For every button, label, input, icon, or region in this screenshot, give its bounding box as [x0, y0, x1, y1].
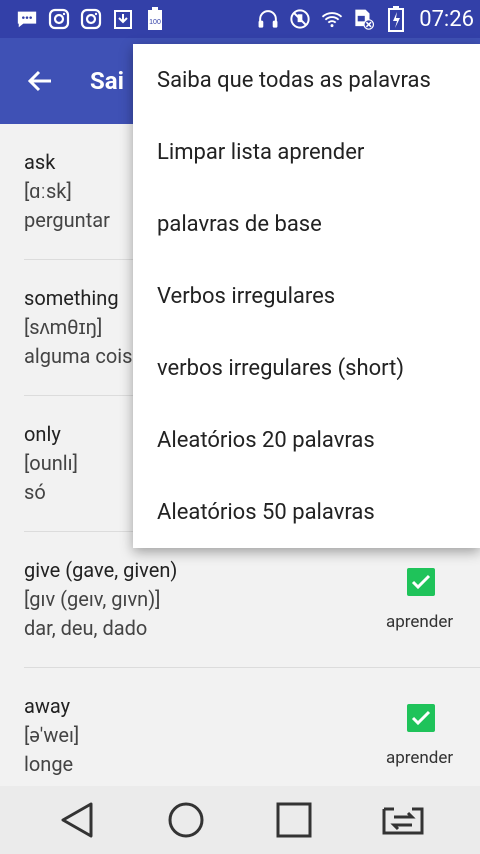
learn-checkbox-label: aprender [386, 748, 454, 768]
word-translation: perguntar [24, 208, 110, 232]
wifi-icon [321, 8, 343, 30]
word-text: something [24, 286, 119, 310]
mute-icon [289, 8, 311, 30]
learn-checkbox-label: aprender [386, 612, 454, 632]
instagram-icon [48, 8, 70, 30]
checkmark-icon [411, 574, 431, 590]
list-item[interactable]: away [ə'weı] longe aprender [0, 668, 480, 786]
nav-recents-button[interactable] [259, 786, 329, 854]
download-icon [112, 8, 134, 30]
square-recents-icon [276, 802, 312, 838]
arrow-back-icon [27, 70, 51, 92]
menu-item-random-50[interactable]: Aleatórios 50 palavras [133, 476, 480, 548]
message-icon [16, 8, 38, 30]
nav-back-button[interactable] [42, 786, 112, 854]
menu-item-base-words[interactable]: palavras de base [133, 188, 480, 260]
word-text: only [24, 422, 61, 446]
checkmark-icon [411, 710, 431, 726]
word-ipa: [ə'weı] [24, 723, 80, 747]
nav-switch-button[interactable] [368, 786, 438, 854]
overflow-menu: Saiba que todas as palavras Limpar lista… [133, 44, 480, 548]
word-text: give (gave, given) [24, 558, 178, 582]
battery-charging-icon [385, 6, 407, 32]
list-item[interactable]: give (gave, given) [gıv (geıv, gıvn)] da… [0, 532, 480, 668]
no-sim-icon [353, 8, 375, 30]
word-translation: dar, deu, dado [24, 616, 148, 640]
menu-item-random-20[interactable]: Aleatórios 20 palavras [133, 404, 480, 476]
word-ipa: [gıv (geıv, gıvn)] [24, 587, 161, 611]
instagram-icon [80, 8, 102, 30]
battery-100-icon: 100 [144, 7, 166, 30]
learn-checkbox[interactable] [407, 704, 435, 732]
status-bar: 100 07:26 [0, 0, 480, 38]
word-translation: longe [24, 752, 74, 776]
word-ipa: [ounlı] [24, 451, 78, 475]
menu-item-know-all-words[interactable]: Saiba que todas as palavras [133, 44, 480, 116]
menu-item-irregular-verbs[interactable]: Verbos irregulares [133, 260, 480, 332]
page-title: Sai [90, 67, 124, 95]
word-translation: só [24, 480, 46, 504]
word-ipa: [ɑːsk] [24, 179, 72, 203]
menu-item-irregular-verbs-short[interactable]: verbos irregulares (short) [133, 332, 480, 404]
svg-text:100: 100 [149, 19, 161, 26]
back-button[interactable] [0, 38, 80, 124]
word-text: away [24, 694, 71, 718]
switch-app-icon [382, 807, 424, 835]
word-translation: alguma coisa [24, 344, 144, 368]
word-ipa: [sʌmθɪŋ] [24, 315, 103, 339]
menu-item-clear-learn-list[interactable]: Limpar lista aprender [133, 116, 480, 188]
headphones-icon [257, 8, 279, 30]
nav-home-button[interactable] [151, 786, 221, 854]
navigation-bar [0, 786, 480, 854]
circle-home-icon [168, 802, 204, 838]
triangle-back-icon [61, 802, 93, 838]
learn-checkbox[interactable] [407, 568, 435, 596]
word-text: ask [24, 150, 56, 174]
clock: 07:26 [419, 6, 474, 32]
